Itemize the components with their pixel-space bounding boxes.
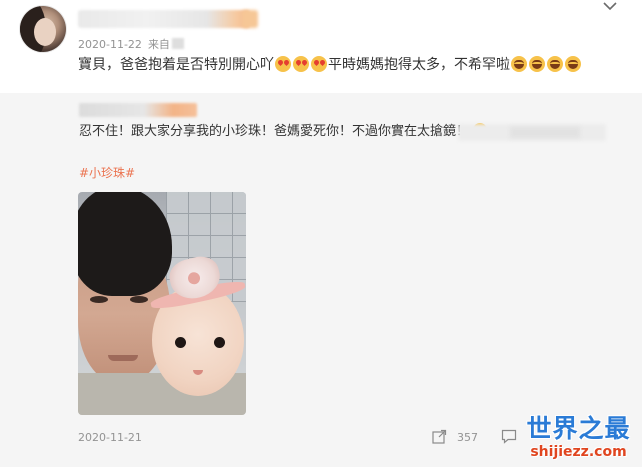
hashtag-link[interactable]: #小珍珠# bbox=[79, 164, 135, 181]
photo-man-mouth bbox=[108, 355, 138, 361]
share-icon[interactable] bbox=[432, 429, 447, 444]
repost-card[interactable]: 忍不住！跟大家分享我的小珍珠！爸媽愛死你！不過你實在太搶鏡！ #小珍珠# 202… bbox=[0, 93, 642, 467]
repost-author-blurred[interactable] bbox=[79, 103, 197, 117]
share-count[interactable]: 357 bbox=[457, 431, 478, 444]
post-date[interactable]: 2020-11-22 bbox=[78, 38, 142, 51]
watermark-name: 世界之最 bbox=[526, 414, 631, 443]
chevron-down-icon[interactable] bbox=[602, 0, 618, 12]
photo-man-eye bbox=[90, 296, 108, 303]
post-source-prefix: 来自 bbox=[147, 38, 170, 51]
avatar-face bbox=[34, 18, 56, 46]
photo-baby-eye bbox=[214, 337, 225, 348]
laughing-emoji-icon bbox=[529, 56, 545, 72]
laughing-emoji-icon bbox=[547, 56, 563, 72]
love-eyes-emoji-icon bbox=[275, 56, 291, 72]
photo-man-hair bbox=[78, 192, 172, 296]
photo-man-eye bbox=[130, 296, 148, 303]
love-eyes-emoji-icon bbox=[311, 56, 327, 72]
laughing-emoji-icon bbox=[565, 56, 581, 72]
watermark-url: shijiezz.com bbox=[530, 444, 627, 460]
repost-text-content: 忍不住！跟大家分享我的小珍珠！爸媽愛死你！不過你實在太搶鏡！ bbox=[79, 124, 470, 139]
repost-text: 忍不住！跟大家分享我的小珍珠！爸媽愛死你！不過你實在太搶鏡！ bbox=[79, 123, 488, 141]
post-source-blurred bbox=[171, 38, 184, 49]
post-text: 寶貝，爸爸抱着是否特別開心吖 平時媽媽抱得太多，不希罕啦 bbox=[78, 55, 582, 75]
vip-badge-blurred bbox=[242, 10, 258, 28]
love-eyes-emoji-icon bbox=[293, 56, 309, 72]
repost-text-blurred-inner bbox=[510, 127, 580, 138]
post-text-part2: 平時媽媽抱得太多，不希罕啦 bbox=[328, 57, 510, 73]
post-meta: 2020-11-22 来自 bbox=[78, 36, 184, 52]
repost-date[interactable]: 2020-11-21 bbox=[78, 431, 142, 444]
post-text-part1: 寶貝，爸爸抱着是否特別開心吖 bbox=[78, 57, 274, 73]
author-name-blurred[interactable] bbox=[78, 10, 250, 28]
laughing-emoji-icon bbox=[511, 56, 527, 72]
post-photo[interactable] bbox=[78, 192, 246, 415]
photo-baby-eye bbox=[175, 337, 186, 348]
site-watermark: 世界之最 shijiezz.com bbox=[515, 414, 642, 467]
avatar[interactable] bbox=[20, 6, 66, 52]
